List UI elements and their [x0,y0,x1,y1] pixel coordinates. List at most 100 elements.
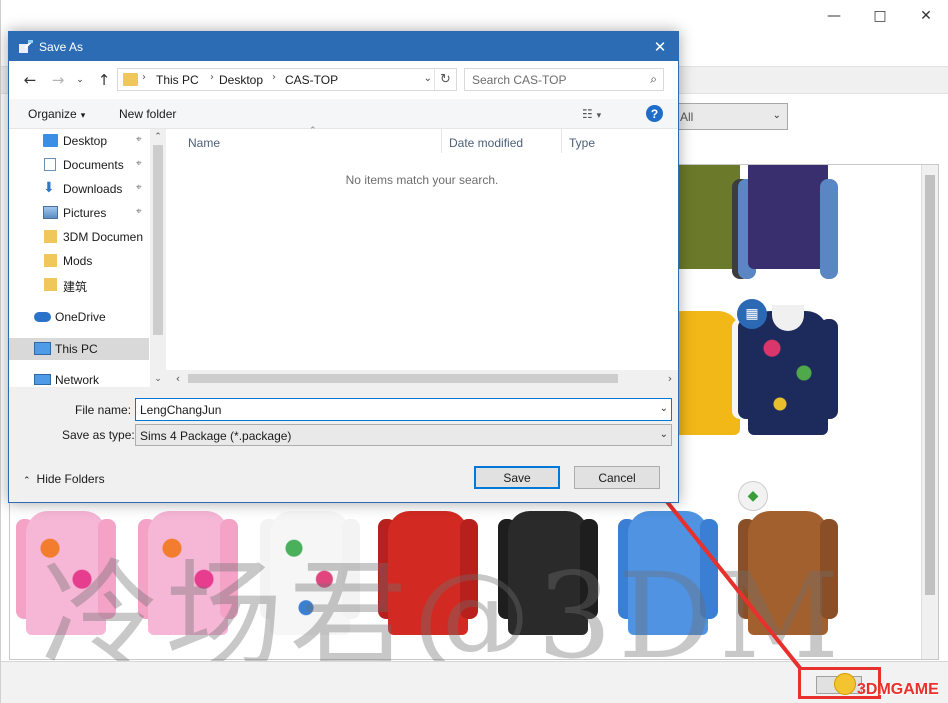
pictures-icon [43,206,58,219]
chevron-down-icon[interactable]: ⌄ [424,73,432,84]
this-pc-icon [34,342,51,355]
scroll-right-icon[interactable]: › [662,370,678,387]
maximize-button[interactable]: □ [857,0,903,32]
building-badge-icon: ▦ [737,299,767,329]
minimize-button[interactable]: — [811,0,857,32]
arrow-up-icon: ↑ [97,71,111,89]
plumbob-badge-icon: ◆ [738,481,768,511]
column-header-type[interactable]: Type [569,129,595,155]
nav-item-label: Network [55,373,100,387]
chevron-right-icon: › [142,72,146,83]
desktop-icon [43,134,58,147]
sort-ascending-icon: ⌃ [309,126,317,136]
scrollbar-thumb[interactable] [153,145,163,335]
scroll-left-icon[interactable]: ‹ [170,370,186,387]
hide-folders-label: Hide Folders [36,472,105,486]
folder-icon [44,254,57,267]
navigation-pane: Desktop ⌖ Documents ⌖ ⬇ Downloads ⌖ Pict… [9,129,166,387]
pin-icon: ⌖ [136,158,142,169]
view-options-button[interactable]: ☷ ▾ [582,107,601,121]
folder-icon [123,73,138,86]
save-as-type-label: Save as type: [62,428,135,442]
network-icon [34,374,51,385]
nav-item-label: Downloads [63,182,123,196]
recent-locations-button[interactable]: ⌄ [69,70,91,90]
breadcrumb-desktop[interactable]: Desktop [219,73,263,87]
nav-item-pictures[interactable]: Pictures ⌖ [9,202,149,224]
details-view-icon: ☷ [582,107,593,121]
nav-item-downloads[interactable]: ⬇ Downloads ⌖ [9,178,149,200]
chevron-down-icon: ⌄ [76,75,84,85]
pin-icon: ⌖ [136,182,142,193]
chevron-right-icon: › [210,72,214,83]
file-name-label: File name: [75,403,132,417]
up-button[interactable]: ↑ [93,70,115,90]
chevron-down-icon[interactable]: ⌄ [660,403,668,414]
file-name-input[interactable] [136,399,651,420]
new-folder-button[interactable]: New folder [119,107,176,121]
window-close-button[interactable]: ✕ [903,0,948,32]
nav-item-label: Desktop [63,134,108,148]
nav-item-label: Pictures [63,206,107,220]
nav-item-network[interactable]: Network [9,370,149,387]
cancel-button[interactable]: Cancel [574,466,660,489]
column-header-date-modified[interactable]: Date modified [449,129,523,155]
dialog-titlebar: Save As ✕ [9,32,678,61]
address-bar[interactable]: › This PC › Desktop › CAS-TOP ⌄ ↻ [117,68,457,91]
nav-item-3dm-documents[interactable]: 3DM Documen [9,226,149,248]
grid-scrollbar[interactable] [921,165,938,659]
site-logo: 3DMGAME [857,681,939,698]
save-as-icon [19,40,33,53]
forward-button[interactable]: → [47,70,69,90]
nav-item-label: This PC [55,342,98,356]
dialog-title: Save As [39,40,84,54]
logo-mascot-icon [834,673,856,695]
scrollbar-thumb[interactable] [188,374,618,383]
refresh-button[interactable]: ↻ [434,69,456,90]
command-toolbar: Organize ▾ New folder ☷ ▾ ? [9,99,678,129]
search-box[interactable]: ⌕ [464,68,664,91]
clothing-thumbnail[interactable] [738,165,838,295]
nav-item-this-pc[interactable]: This PC [9,338,149,360]
file-name-field[interactable]: ⌄ [135,398,672,421]
save-as-type-select[interactable]: Sims 4 Package (*.package) ⌄ [135,424,672,446]
navigation-bar: ← → ⌄ ↑ › This PC › Desktop › CAS-TOP ⌄ … [9,61,678,99]
back-button[interactable]: ← [19,70,41,90]
background-titlebar: — □ ✕ [1,0,948,32]
help-button[interactable]: ? [646,105,663,122]
help-icon: ? [650,106,659,121]
refresh-icon: ↻ [440,72,451,87]
hide-folders-toggle[interactable]: ⌃ Hide Folders [23,472,105,486]
navigation-pane-scrollbar[interactable]: ⌃ ⌄ [150,129,166,387]
column-divider[interactable] [561,129,562,153]
nav-item-label: OneDrive [55,310,106,324]
search-icon: ⌕ [650,72,657,86]
breadcrumb-this-pc[interactable]: This PC [156,73,199,87]
dialog-close-button[interactable]: ✕ [642,32,678,61]
file-list-horizontal-scrollbar[interactable]: ‹ › [166,370,678,387]
scroll-up-icon[interactable]: ⌃ [150,129,166,145]
nav-item-jianzhu[interactable]: 建筑 [9,274,149,296]
save-button[interactable]: Save [474,466,560,489]
search-input[interactable] [465,69,635,90]
column-divider[interactable] [441,129,442,153]
column-header-name[interactable]: Name [188,129,220,155]
nav-item-label: 建筑 [63,280,88,294]
organize-menu[interactable]: Organize ▾ [28,107,85,121]
folder-icon [44,278,57,291]
scroll-down-icon[interactable]: ⌄ [150,371,166,387]
nav-item-onedrive[interactable]: OneDrive [9,306,149,328]
chevron-down-icon: ⌄ [659,429,668,440]
documents-icon [44,158,56,171]
nav-item-mods[interactable]: Mods [9,250,149,272]
arrow-left-icon: ← [23,71,37,89]
arrow-right-icon: → [51,71,65,89]
nav-item-label: 3DM Documen [63,230,144,244]
caret-up-icon: ⌃ [23,476,31,486]
breadcrumb-cas-top[interactable]: CAS-TOP [285,73,338,87]
nav-item-desktop[interactable]: Desktop ⌖ [9,130,149,152]
nav-item-documents[interactable]: Documents ⌖ [9,154,149,176]
caret-down-icon: ▾ [596,111,602,121]
nav-item-label: Mods [63,254,93,268]
category-filter-select[interactable]: All ⌄ [673,103,788,130]
